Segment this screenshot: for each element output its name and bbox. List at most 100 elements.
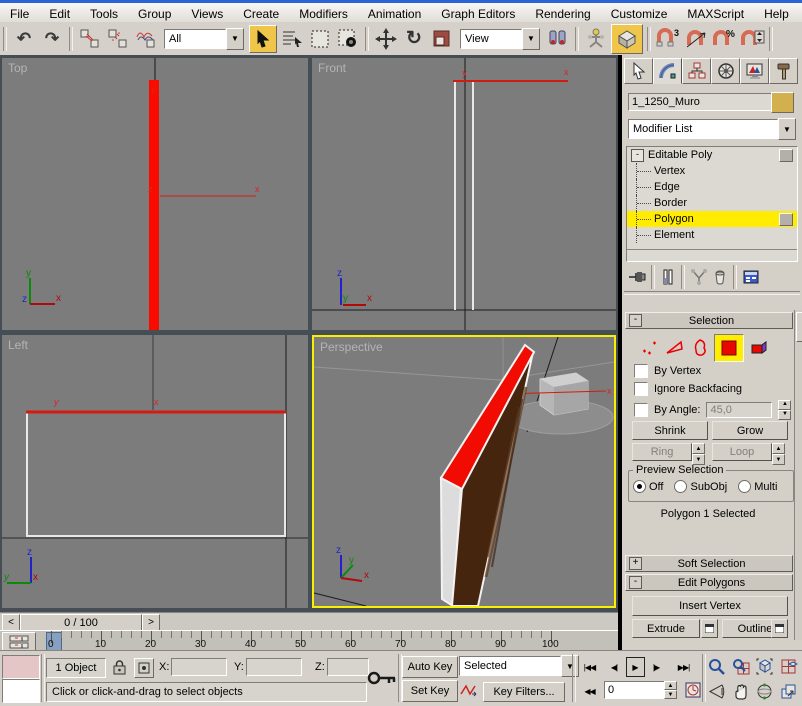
stack-item-label[interactable]: Vertex — [654, 165, 685, 177]
coord-system-value[interactable]: View — [460, 29, 522, 49]
pin-stack-icon[interactable] — [626, 267, 648, 287]
menu-edit[interactable]: Edit — [39, 5, 80, 23]
angle-snap-3-icon[interactable]: 3 — [655, 26, 681, 52]
modifier-list-combo[interactable]: Modifier List ▼ — [628, 119, 796, 139]
angle-snap-toggle-icon[interactable] — [683, 26, 709, 52]
show-end-result-icon[interactable] — [658, 267, 678, 287]
border-mode-icon[interactable] — [688, 336, 712, 360]
select-and-link-icon[interactable] — [77, 26, 103, 52]
top-viewport-canvas[interactable]: y z x y z x — [2, 58, 308, 330]
stack-item-polygon-selected[interactable]: Polygon — [627, 211, 797, 227]
rollout-collapse-icon[interactable]: - — [629, 576, 642, 589]
ring-spin-up-icon[interactable]: ▲ — [692, 443, 705, 454]
stack-item-element[interactable]: Element — [627, 227, 797, 243]
auto-key-button[interactable]: Auto Key — [402, 656, 458, 678]
arc-rotate-icon[interactable] — [754, 680, 775, 702]
stack-item-editable-poly[interactable]: - Editable Poly — [627, 147, 797, 163]
stack-item-border[interactable]: Border — [627, 195, 797, 211]
stack-onoff-toggle[interactable] — [779, 149, 793, 162]
wall-object[interactable] — [441, 345, 534, 606]
spinner-snap-toggle-icon[interactable] — [739, 26, 765, 52]
maximize-viewport-toggle-icon[interactable] — [778, 680, 799, 702]
time-slider-next-button[interactable]: > — [142, 614, 160, 631]
play-button[interactable]: ▶ — [626, 657, 645, 677]
menu-graph-editors[interactable]: Graph Editors — [431, 5, 525, 23]
time-configuration-icon[interactable] — [683, 680, 703, 700]
menu-rendering[interactable]: Rendering — [525, 5, 600, 23]
selection-filter-value[interactable]: All — [164, 29, 226, 49]
tab-create-icon[interactable] — [624, 58, 653, 84]
window-crossing-toggle-icon[interactable] — [335, 26, 361, 52]
unlink-selection-icon[interactable] — [105, 26, 131, 52]
ring-spinner[interactable]: ▲ ▼ — [692, 443, 705, 465]
stack-item-vertex[interactable]: Vertex — [627, 163, 797, 179]
tab-motion-icon[interactable] — [711, 58, 740, 84]
coord-system-arrow-icon[interactable]: ▼ — [522, 28, 540, 50]
loop-spinner[interactable]: ▲ ▼ — [772, 443, 785, 465]
menu-file[interactable]: File — [0, 5, 39, 23]
configure-modifier-sets-icon[interactable] — [740, 267, 762, 287]
menu-help[interactable]: Help — [754, 5, 799, 23]
preview-off-radio[interactable] — [633, 480, 646, 493]
stack-item-label[interactable]: Border — [654, 197, 687, 209]
viewport-top[interactable]: y z x y z x Top — [2, 58, 308, 330]
redo-button[interactable]: ↷ — [39, 26, 65, 52]
track-bar[interactable]: 0 10 20 30 40 50 60 70 80 90 100 — [0, 630, 618, 651]
snaps-toggle-button[interactable] — [611, 24, 643, 54]
select-by-name-icon[interactable] — [279, 26, 305, 52]
panel-scrollbar-thumb[interactable] — [796, 312, 802, 342]
stack-item-label[interactable]: Editable Poly — [648, 149, 712, 161]
menu-animation[interactable]: Animation — [358, 5, 431, 23]
polygon-mode-button[interactable] — [714, 334, 744, 362]
preview-multi-radio[interactable] — [738, 480, 751, 493]
remove-modifier-icon[interactable] — [710, 267, 730, 287]
edit-polygons-rollout-header[interactable]: - Edit Polygons — [625, 574, 793, 591]
by-angle-spin-down-icon[interactable]: ▼ — [778, 410, 791, 420]
keyboard-shortcut-override-icon[interactable] — [366, 661, 398, 695]
menu-maxscript[interactable]: MAXScript — [677, 5, 754, 23]
element-mode-icon[interactable] — [746, 336, 774, 360]
set-key-curve-icon[interactable] — [459, 680, 479, 700]
loop-spin-up-icon[interactable]: ▲ — [772, 443, 785, 454]
left-viewport-canvas[interactable]: y x z y x — [2, 335, 308, 608]
selection-lock-icon[interactable] — [110, 658, 128, 676]
menu-views[interactable]: Views — [181, 5, 233, 23]
preview-subobj-radio[interactable] — [674, 480, 687, 493]
percent-snap-toggle-icon[interactable]: % — [711, 26, 737, 52]
stack-item-label[interactable]: Edge — [654, 181, 680, 193]
bind-to-space-warp-icon[interactable] — [133, 26, 159, 52]
previous-frame-button[interactable]: ◀| — [605, 659, 623, 675]
frame-spin-down-icon[interactable]: ▼ — [664, 690, 677, 699]
soft-selection-rollout-header[interactable]: + Soft Selection — [625, 555, 793, 572]
x-coord-field[interactable] — [171, 658, 227, 676]
rollout-collapse-icon[interactable]: - — [629, 314, 642, 327]
tab-hierarchy-icon[interactable] — [682, 58, 711, 84]
tab-utilities-icon[interactable] — [769, 58, 798, 84]
make-unique-icon[interactable] — [688, 267, 710, 287]
select-and-rotate-icon[interactable]: ↻ — [401, 26, 427, 52]
perspective-viewport-canvas[interactable]: x z y x — [314, 337, 614, 606]
by-angle-field[interactable] — [706, 402, 772, 418]
zoom-all-icon[interactable] — [730, 655, 751, 677]
undo-button[interactable]: ↶ — [11, 26, 37, 52]
mini-curve-editor-icon[interactable] — [2, 632, 36, 651]
key-mode-toggle-icon[interactable]: ◀◀ — [578, 683, 601, 699]
menu-group[interactable]: Group — [128, 5, 181, 23]
stack-onoff-toggle[interactable] — [779, 213, 793, 226]
ignore-backfacing-checkbox[interactable] — [634, 382, 648, 396]
go-to-end-button[interactable]: ▶▶| — [672, 659, 695, 675]
rollout-expand-icon[interactable]: + — [629, 557, 642, 570]
viewport-perspective[interactable]: x z y x Perspective — [312, 335, 616, 608]
select-and-scale-icon[interactable] — [429, 26, 455, 52]
selection-rollout-header[interactable]: - Selection — [625, 312, 793, 329]
viewport-left[interactable]: y x z y x Left — [2, 335, 308, 608]
key-filter-scope-arrow-icon[interactable]: ▼ — [561, 655, 579, 677]
modifier-stack[interactable]: - Editable Poly Vertex Edge Border Polyg… — [626, 146, 798, 262]
tab-display-icon[interactable] — [740, 58, 769, 84]
modifier-list-arrow-icon[interactable]: ▼ — [778, 118, 796, 140]
time-slider-handle[interactable]: 0 / 100 — [20, 614, 142, 631]
menu-create[interactable]: Create — [233, 5, 289, 23]
use-pivot-point-center-icon[interactable] — [545, 26, 571, 52]
select-and-move-icon[interactable] — [373, 26, 399, 52]
grow-button[interactable]: Grow — [712, 421, 788, 440]
